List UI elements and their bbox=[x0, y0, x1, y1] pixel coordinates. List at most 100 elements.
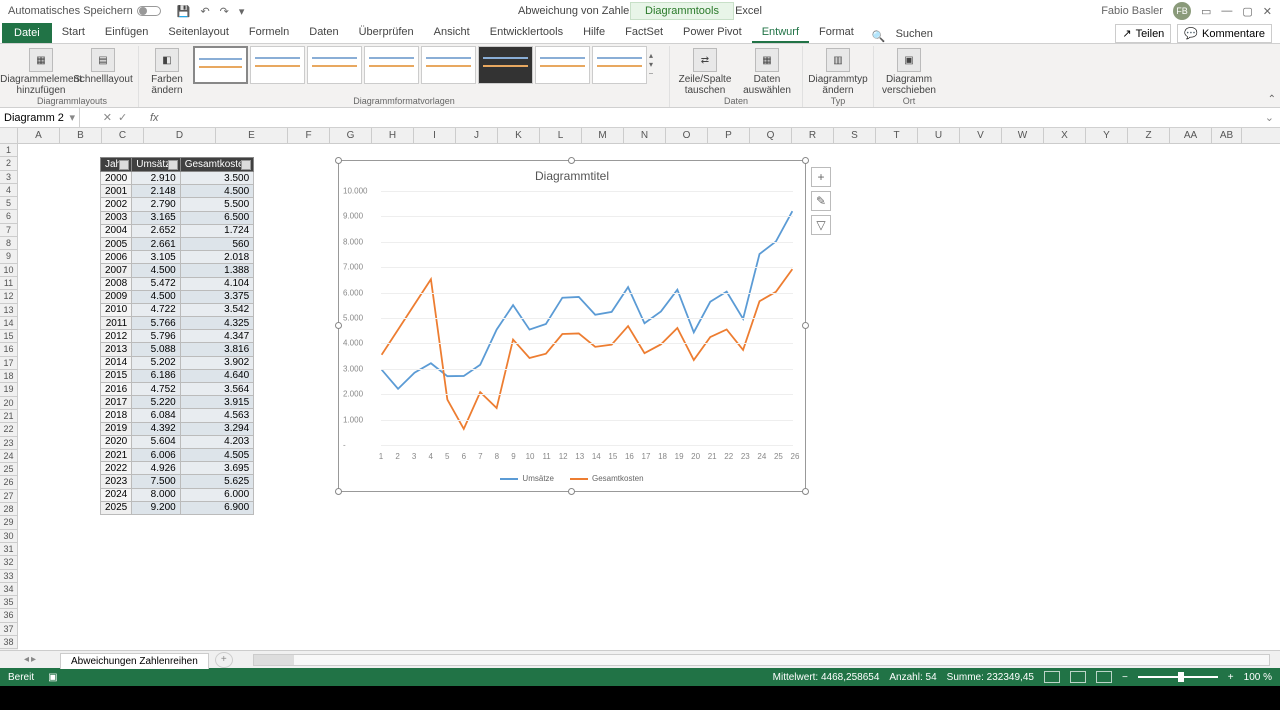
add-chart-element-button[interactable]: ▦ Diagrammelement hinzufügen bbox=[12, 46, 70, 96]
chart-filters-button[interactable]: ▽ bbox=[811, 215, 831, 235]
chart-style-2[interactable] bbox=[250, 46, 305, 84]
quick-layout-button[interactable]: ▤ Schnelllayout bbox=[74, 46, 132, 85]
user-avatar[interactable]: FB bbox=[1173, 2, 1191, 20]
col-header[interactable]: K bbox=[498, 128, 540, 143]
table-cell[interactable]: 2.790 bbox=[132, 198, 180, 211]
minimize-icon[interactable]: — bbox=[1221, 5, 1232, 17]
table-cell[interactable]: 6.000 bbox=[180, 488, 253, 501]
table-cell[interactable]: 2019 bbox=[101, 422, 132, 435]
row-header[interactable]: 12 bbox=[0, 290, 18, 303]
table-row[interactable]: 20115.7664.325 bbox=[101, 317, 254, 330]
table-cell[interactable]: 4.203 bbox=[180, 435, 253, 448]
row-header[interactable]: 24 bbox=[0, 450, 18, 463]
row-header[interactable]: 34 bbox=[0, 583, 18, 596]
table-cell[interactable]: 3.105 bbox=[132, 251, 180, 264]
row-header[interactable]: 27 bbox=[0, 490, 18, 503]
table-row[interactable]: 20186.0844.563 bbox=[101, 409, 254, 422]
table-cell[interactable]: 5.766 bbox=[132, 317, 180, 330]
chart-legend[interactable]: Umsätze Gesamtkosten bbox=[339, 474, 805, 483]
table-cell[interactable]: 2009 bbox=[101, 290, 132, 303]
search-field[interactable]: Suchen bbox=[886, 25, 943, 43]
table-cell[interactable]: 2025 bbox=[101, 501, 132, 514]
change-chart-type-button[interactable]: ▥ Diagrammtyp ändern bbox=[809, 46, 867, 96]
chart-style-5[interactable] bbox=[421, 46, 476, 84]
zoom-in-icon[interactable]: + bbox=[1228, 672, 1234, 683]
table-cell[interactable]: 3.564 bbox=[180, 383, 253, 396]
qat-more-icon[interactable]: ▾ bbox=[239, 5, 245, 18]
row-header[interactable]: 22 bbox=[0, 423, 18, 436]
table-row[interactable]: 20063.1052.018 bbox=[101, 251, 254, 264]
table-row[interactable]: 20224.9263.695 bbox=[101, 462, 254, 475]
resize-handle[interactable] bbox=[802, 488, 809, 495]
zoom-slider[interactable] bbox=[1138, 676, 1218, 678]
chart-styles-button[interactable]: ✎ bbox=[811, 191, 831, 211]
table-cell[interactable]: 2005 bbox=[101, 237, 132, 250]
table-cell[interactable]: 5.604 bbox=[132, 435, 180, 448]
table-cell[interactable]: 5.220 bbox=[132, 396, 180, 409]
row-header[interactable]: 35 bbox=[0, 596, 18, 609]
save-icon[interactable]: 💾 bbox=[177, 5, 191, 18]
table-cell[interactable]: 6.084 bbox=[132, 409, 180, 422]
table-row[interactable]: 20022.7905.500 bbox=[101, 198, 254, 211]
row-header[interactable]: 37 bbox=[0, 623, 18, 636]
table-cell[interactable]: 3.294 bbox=[180, 422, 253, 435]
table-cell[interactable]: 2006 bbox=[101, 251, 132, 264]
table-cell[interactable]: 4.500 bbox=[132, 264, 180, 277]
table-cell[interactable]: 4.926 bbox=[132, 462, 180, 475]
chart-object[interactable]: Diagrammtitel Umsätze Gesamtkosten + ✎ ▽… bbox=[338, 160, 806, 492]
row-header[interactable]: 30 bbox=[0, 530, 18, 543]
table-cell[interactable]: 4.392 bbox=[132, 422, 180, 435]
table-cell[interactable]: 2012 bbox=[101, 330, 132, 343]
table-cell[interactable]: 7.500 bbox=[132, 475, 180, 488]
row-header[interactable]: 38 bbox=[0, 636, 18, 649]
table-header[interactable]: Gesamtkosten bbox=[180, 158, 253, 172]
collapse-ribbon-icon[interactable]: ⌃ bbox=[1268, 94, 1276, 105]
row-header[interactable]: 14 bbox=[0, 317, 18, 330]
view-normal-icon[interactable] bbox=[1044, 671, 1060, 683]
tab-formeln[interactable]: Formeln bbox=[239, 23, 299, 43]
row-header[interactable]: 20 bbox=[0, 397, 18, 410]
row-header[interactable]: 3 bbox=[0, 171, 18, 184]
table-header[interactable]: Jahr bbox=[101, 158, 132, 172]
table-cell[interactable]: 4.640 bbox=[180, 369, 253, 382]
filter-icon[interactable] bbox=[168, 160, 178, 170]
table-cell[interactable]: 1.388 bbox=[180, 264, 253, 277]
table-cell[interactable]: 2.652 bbox=[132, 224, 180, 237]
tab-power pivot[interactable]: Power Pivot bbox=[673, 23, 752, 43]
col-header[interactable]: O bbox=[666, 128, 708, 143]
row-header[interactable]: 6 bbox=[0, 210, 18, 223]
table-cell[interactable]: 5.472 bbox=[132, 277, 180, 290]
table-row[interactable]: 20175.2203.915 bbox=[101, 396, 254, 409]
resize-handle[interactable] bbox=[802, 322, 809, 329]
resize-handle[interactable] bbox=[335, 488, 342, 495]
table-row[interactable]: 20052.661560 bbox=[101, 237, 254, 250]
table-cell[interactable]: 2013 bbox=[101, 343, 132, 356]
row-header[interactable]: 4 bbox=[0, 184, 18, 197]
table-cell[interactable]: 2001 bbox=[101, 185, 132, 198]
move-chart-button[interactable]: ▣ Diagramm verschieben bbox=[880, 46, 938, 96]
table-row[interactable]: 20145.2023.902 bbox=[101, 356, 254, 369]
col-header[interactable]: AB bbox=[1212, 128, 1242, 143]
table-cell[interactable]: 4.325 bbox=[180, 317, 253, 330]
chart-style-1[interactable] bbox=[193, 46, 248, 84]
chart-series-line[interactable] bbox=[382, 211, 793, 389]
col-header[interactable]: A bbox=[18, 128, 60, 143]
resize-handle[interactable] bbox=[568, 488, 575, 495]
table-cell[interactable]: 2000 bbox=[101, 172, 132, 185]
filter-icon[interactable] bbox=[119, 160, 129, 170]
table-row[interactable]: 20156.1864.640 bbox=[101, 369, 254, 382]
table-row[interactable]: 20012.1484.500 bbox=[101, 185, 254, 198]
row-header[interactable]: 26 bbox=[0, 476, 18, 489]
expand-formula-icon[interactable]: ⌄ bbox=[1259, 111, 1280, 124]
table-cell[interactable]: 2011 bbox=[101, 317, 132, 330]
table-cell[interactable]: 6.186 bbox=[132, 369, 180, 382]
view-page-break-icon[interactable] bbox=[1096, 671, 1112, 683]
table-cell[interactable]: 560 bbox=[180, 237, 253, 250]
chart-style-6[interactable] bbox=[478, 46, 533, 84]
col-header[interactable]: B bbox=[60, 128, 102, 143]
comments-button[interactable]: 💬 Kommentare bbox=[1177, 24, 1272, 43]
table-cell[interactable]: 2023 bbox=[101, 475, 132, 488]
row-header[interactable]: 10 bbox=[0, 264, 18, 277]
worksheet-grid[interactable]: ABCDEFGHIJKLMNOPQRSTUVWXYZAAAB 123456789… bbox=[0, 128, 1280, 650]
row-header[interactable]: 31 bbox=[0, 543, 18, 556]
